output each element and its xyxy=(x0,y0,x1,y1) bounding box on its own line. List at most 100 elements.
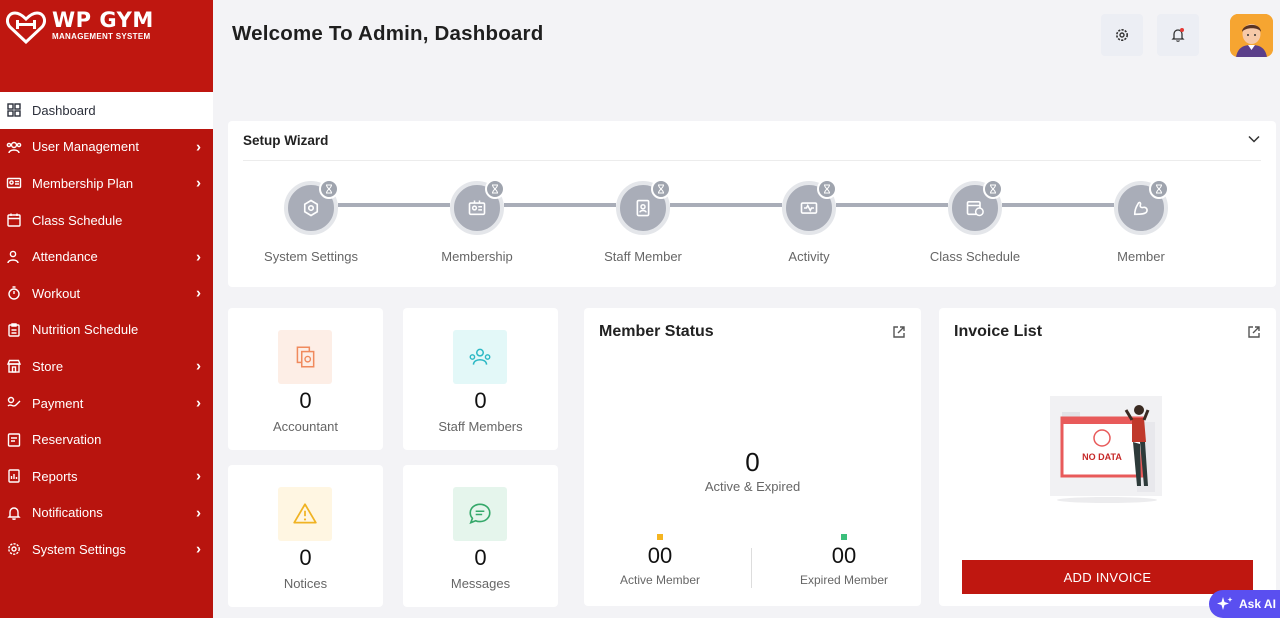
sidebar-item-system-settings[interactable]: System Settings › xyxy=(0,531,213,568)
staff-icon xyxy=(453,330,507,384)
chevron-right-icon: › xyxy=(196,504,201,522)
sidebar-item-reservation[interactable]: Reservation xyxy=(0,421,213,458)
sidebar-item-membership-plan[interactable]: Membership Plan › xyxy=(0,165,213,202)
hexagon-settings-icon xyxy=(303,199,319,217)
wizard-connector xyxy=(836,203,948,207)
stat-label: Staff Members xyxy=(438,419,523,434)
user-avatar[interactable] xyxy=(1230,14,1273,57)
report-icon xyxy=(6,468,22,484)
muscle-icon xyxy=(1133,201,1148,216)
membership-card-icon xyxy=(468,200,486,216)
stat-card-staff-members[interactable]: 0 Staff Members xyxy=(403,308,558,450)
schedule-icon xyxy=(966,200,984,217)
hourglass-icon xyxy=(651,179,671,199)
warning-icon xyxy=(278,487,332,541)
sidebar-nav: Dashboard User Management › Membership Plan… xyxy=(0,92,213,568)
active-member-label: Active Member xyxy=(619,573,701,587)
admin-avatar-icon xyxy=(1230,14,1273,57)
wizard-connector xyxy=(1002,203,1114,207)
external-link-icon[interactable] xyxy=(891,324,907,340)
sidebar-item-label: Notifications xyxy=(32,505,103,521)
sparkle-icon xyxy=(1217,597,1233,610)
heart-dumbbell-logo-icon xyxy=(6,11,46,44)
sidebar-item-reports[interactable]: Reports › xyxy=(0,458,213,495)
sidebar-item-store[interactable]: Store › xyxy=(0,348,213,385)
gear-icon xyxy=(1116,29,1128,41)
brand-logo[interactable]: WP GYM MANAGEMENT SYSTEM xyxy=(0,0,213,92)
stat-card-accountant[interactable]: 0 Accountant xyxy=(228,308,383,450)
sidebar-item-label: User Management xyxy=(32,139,139,155)
sidebar-item-class-schedule[interactable]: Class Schedule xyxy=(0,202,213,239)
external-link-icon[interactable] xyxy=(1246,324,1262,340)
expired-member-value: 00 xyxy=(831,543,857,568)
member-total-label: Active & Expired xyxy=(704,479,801,494)
wizard-step-label: Membership xyxy=(441,249,513,264)
add-invoice-button[interactable]: ADD INVOICE xyxy=(962,560,1253,594)
invoice-list-title: Invoice List xyxy=(954,323,1043,340)
chevron-right-icon: › xyxy=(196,467,201,485)
wizard-step-label: Member xyxy=(1117,249,1165,264)
bell-icon xyxy=(1171,28,1185,42)
hourglass-icon xyxy=(817,179,837,199)
wizard-connector xyxy=(338,203,450,207)
sidebar-item-label: Reports xyxy=(32,468,78,484)
ask-ai-button[interactable]: Ask AI xyxy=(1209,590,1280,618)
user-check-icon xyxy=(6,249,22,265)
hourglass-icon xyxy=(485,179,505,199)
sidebar-item-dashboard[interactable]: Dashboard xyxy=(0,92,213,129)
sidebar-item-attendance[interactable]: Attendance › xyxy=(0,238,213,275)
wizard-connector xyxy=(504,203,616,207)
member-status-title: Member Status xyxy=(599,323,714,340)
stat-card-notices[interactable]: 0 Notices xyxy=(228,465,383,607)
brand-subtitle: MANAGEMENT SYSTEM xyxy=(52,32,151,41)
sidebar-item-label: Nutrition Schedule xyxy=(32,322,139,338)
chevron-right-icon: › xyxy=(196,138,201,156)
stat-value: 0 xyxy=(299,388,312,413)
staff-badge-icon xyxy=(636,199,650,217)
sidebar-item-payment[interactable]: Payment › xyxy=(0,385,213,422)
stat-card-messages[interactable]: 0 Messages xyxy=(403,465,558,607)
sidebar-item-label: Workout xyxy=(32,285,81,301)
wizard-step-label: System Settings xyxy=(264,249,358,264)
chat-icon xyxy=(453,487,507,541)
chevron-down-icon[interactable] xyxy=(1248,133,1260,145)
wizard-step-label: Class Schedule xyxy=(929,249,1021,264)
invoice-list-panel: Invoice List NO DATA ADD INVOICE xyxy=(939,308,1276,606)
users-icon xyxy=(6,139,22,155)
clipboard-icon xyxy=(6,322,22,338)
member-status-panel: Member Status 0 Active & Expired 00 Acti… xyxy=(584,308,921,606)
chevron-right-icon: › xyxy=(196,284,201,302)
sidebar-item-user-management[interactable]: User Management › xyxy=(0,129,213,166)
ask-ai-label: Ask AI xyxy=(1239,597,1276,611)
active-member-value: 00 xyxy=(647,543,673,568)
stat-value: 0 xyxy=(299,545,312,570)
chevron-right-icon: › xyxy=(196,248,201,266)
id-card-icon xyxy=(6,175,22,191)
sidebar-item-notifications[interactable]: Notifications › xyxy=(0,495,213,532)
stat-value: 0 xyxy=(474,388,487,413)
sidebar-item-nutrition-schedule[interactable]: Nutrition Schedule xyxy=(0,312,213,349)
sidebar-item-label: Reservation xyxy=(32,432,102,448)
notifications-button[interactable] xyxy=(1157,14,1199,56)
settings-button[interactable] xyxy=(1101,14,1143,56)
active-legend-dot xyxy=(657,534,663,540)
sidebar-item-label: Payment xyxy=(32,395,84,411)
member-total-value: 0 xyxy=(745,447,760,477)
stopwatch-icon xyxy=(6,285,22,301)
expired-member-stat: 00 Expired Member xyxy=(769,534,919,587)
setup-wizard-title: Setup Wizard xyxy=(243,133,329,148)
sidebar-item-workout[interactable]: Workout › xyxy=(0,275,213,312)
chevron-right-icon: › xyxy=(196,394,201,412)
sidebar-item-label: Membership Plan xyxy=(32,175,134,191)
grid-icon xyxy=(6,102,22,118)
accountant-icon xyxy=(278,330,332,384)
sidebar-item-label: Store xyxy=(32,358,64,374)
bell-icon xyxy=(6,505,22,521)
sidebar-item-label: Class Schedule xyxy=(32,212,123,228)
sidebar-item-label: Dashboard xyxy=(32,102,96,118)
page-title: Welcome To Admin, Dashboard xyxy=(232,22,544,45)
wizard-step-label: Activity xyxy=(788,249,830,264)
hourglass-icon xyxy=(983,179,1003,199)
wizard-connector xyxy=(670,203,782,207)
stat-value: 0 xyxy=(474,545,487,570)
